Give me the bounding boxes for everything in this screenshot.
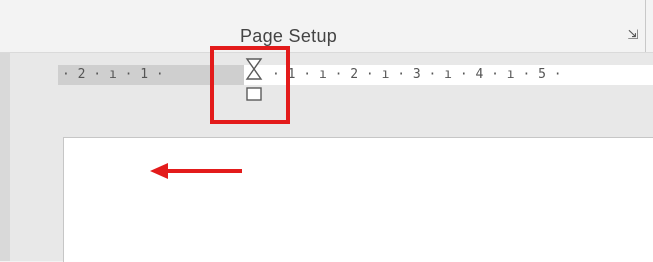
ribbon-divider	[645, 0, 646, 52]
ruler-right-ticks: · 1 · ı · 2 · ı · 3 · ı · 4 · ı · 5 ·	[272, 67, 562, 82]
indent-marker-highlight-box	[210, 46, 290, 124]
vertical-ruler	[0, 53, 10, 261]
dialog-launcher-icon[interactable]: ⇲	[626, 28, 640, 42]
ruler-left-ticks: · 2 · ı · 1 ·	[62, 67, 164, 82]
page-setup-group-label: Page Setup	[240, 26, 338, 46]
document-page[interactable]	[63, 137, 653, 262]
left-arrow-annotation-icon	[150, 163, 242, 179]
